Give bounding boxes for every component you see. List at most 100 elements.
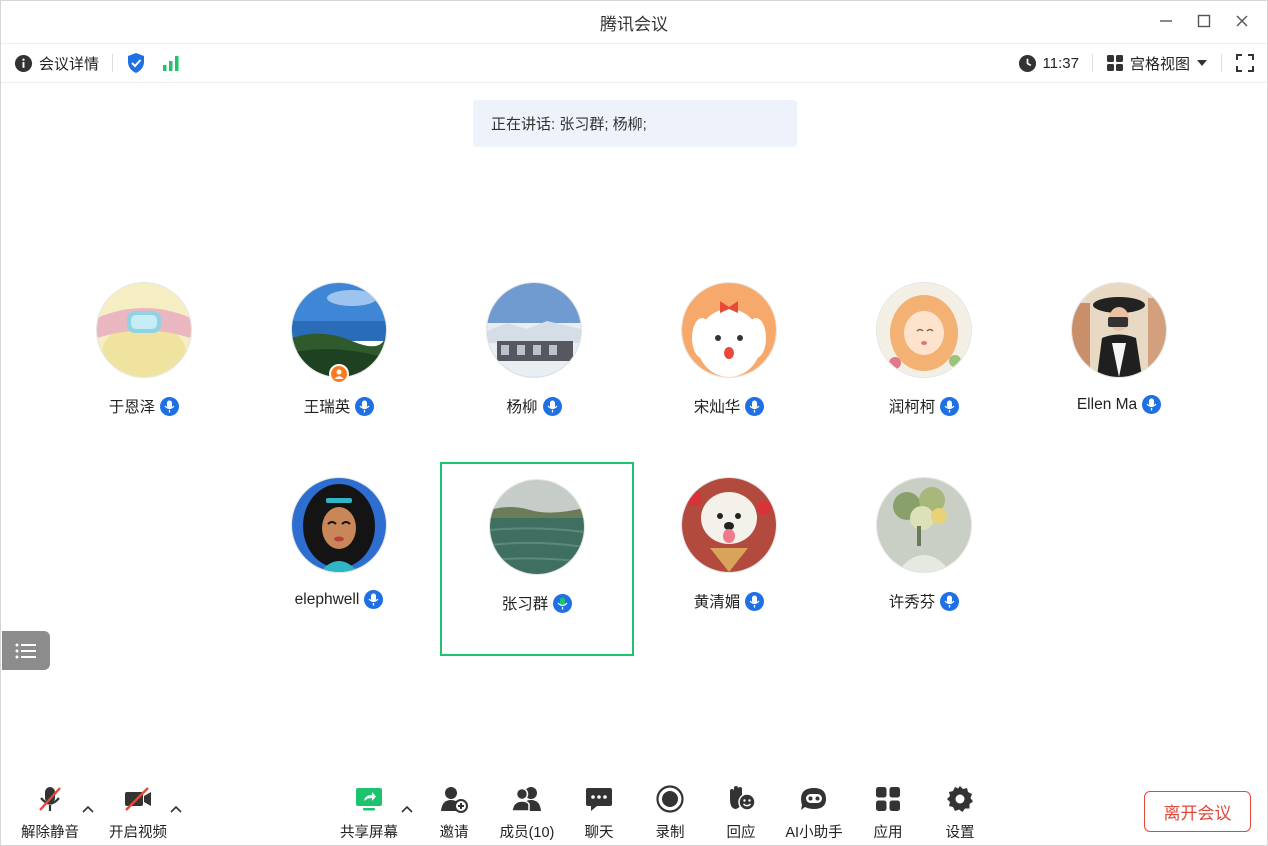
meeting-window: 腾讯会议 会议详情 11:37 宫格视图 正在讲话: 张习群; 杨柳; 于恩泽 … xyxy=(0,0,1268,846)
fullscreen-icon[interactable] xyxy=(1235,53,1255,73)
side-list-toggle-button[interactable] xyxy=(2,631,50,670)
participant-tile[interactable]: 于恩泽 xyxy=(47,265,241,459)
divider xyxy=(1091,54,1093,72)
mic-on-icon xyxy=(745,396,765,416)
participant-tile[interactable]: 王瑞英 xyxy=(242,265,436,459)
divider xyxy=(1221,54,1222,72)
participant-tile[interactable]: 杨柳 xyxy=(437,265,631,459)
leave-meeting-button[interactable]: 离开会议 xyxy=(1144,791,1251,832)
start-video-button[interactable]: 开启视频 xyxy=(102,784,174,842)
start-video-label: 开启视频 xyxy=(109,825,167,841)
participant-name-row: elephwell xyxy=(244,590,434,609)
avatar xyxy=(877,478,971,572)
participant-name: 润柯柯 xyxy=(888,399,936,416)
participant-tile-active-speaker[interactable]: 张习群 xyxy=(440,462,634,656)
avatar xyxy=(1072,283,1166,377)
grid-view-icon xyxy=(1106,55,1123,71)
close-button[interactable] xyxy=(1231,9,1253,33)
participant-name-row: 润柯柯 xyxy=(829,395,1019,417)
participant-name-row: 黄清媚 xyxy=(634,590,824,612)
title-bar: 腾讯会议 xyxy=(1,1,1267,43)
info-bar: 会议详情 11:37 宫格视图 xyxy=(1,43,1267,83)
chevron-up-icon xyxy=(170,805,182,813)
apps-label: 应用 xyxy=(873,825,903,841)
signal-strength-icon[interactable] xyxy=(162,55,180,71)
host-user-icon xyxy=(334,369,344,379)
participant-tile[interactable]: elephwell xyxy=(242,460,436,654)
chat-button[interactable]: 聊天 xyxy=(563,784,635,842)
participant-name-row: Ellen Ma xyxy=(1024,395,1214,414)
mic-on-icon xyxy=(542,396,562,416)
gear-icon xyxy=(947,786,973,812)
minimize-button[interactable] xyxy=(1155,9,1177,33)
mic-on-icon xyxy=(940,591,960,611)
participant-name: 宋灿华 xyxy=(693,399,741,416)
video-options-caret[interactable] xyxy=(168,801,184,817)
mic-on-icon xyxy=(1142,395,1162,414)
avatar xyxy=(682,283,776,377)
react-label: 回应 xyxy=(726,825,756,841)
speaking-banner: 正在讲话: 张习群; 杨柳; xyxy=(473,100,797,147)
unmute-button[interactable]: 解除静音 xyxy=(14,784,86,842)
ai-assistant-label: AI小助手 xyxy=(785,825,843,841)
mic-on-icon xyxy=(160,396,180,416)
record-button[interactable]: 录制 xyxy=(634,784,706,842)
participant-name-row: 张习群 xyxy=(442,592,632,614)
participant-name: Ellen Ma xyxy=(1076,395,1138,413)
share-options-caret[interactable] xyxy=(399,801,415,817)
participant-name: 张习群 xyxy=(501,596,549,613)
participant-tile[interactable]: 黄清媚 xyxy=(632,460,826,654)
unmute-label: 解除静音 xyxy=(21,825,79,841)
participant-name-row: 于恩泽 xyxy=(49,395,239,417)
settings-button[interactable]: 设置 xyxy=(924,784,996,842)
settings-label: 设置 xyxy=(945,825,975,841)
view-mode-dropdown[interactable]: 宫格视图 xyxy=(1106,53,1208,74)
meeting-timer: 11:37 xyxy=(1018,54,1079,73)
meeting-details-label: 会议详情 xyxy=(39,55,100,73)
participant-tile[interactable]: 宋灿华 xyxy=(632,265,826,459)
participant-name: 杨柳 xyxy=(506,399,538,416)
participant-tile[interactable]: 许秀芬 xyxy=(827,460,1021,654)
apps-grid-icon xyxy=(876,787,900,811)
avatar xyxy=(490,480,584,574)
mic-on-icon xyxy=(940,396,960,416)
chevron-up-icon xyxy=(82,805,94,813)
participant-name-row: 宋灿华 xyxy=(634,395,824,417)
meeting-time: 11:37 xyxy=(1042,54,1079,72)
meeting-details-button[interactable]: 会议详情 xyxy=(14,53,99,74)
mic-on-icon xyxy=(745,591,765,611)
participant-name: 于恩泽 xyxy=(108,399,156,416)
maximize-button[interactable] xyxy=(1193,9,1215,33)
participant-tile[interactable]: Ellen Ma xyxy=(1022,265,1216,459)
close-icon xyxy=(1236,15,1248,27)
clock-icon xyxy=(1018,54,1036,72)
apps-button[interactable]: 应用 xyxy=(852,784,924,842)
security-shield-icon[interactable] xyxy=(126,52,146,74)
invite-label: 邀请 xyxy=(439,825,469,841)
ai-assistant-button[interactable]: AI小助手 xyxy=(778,784,850,842)
list-icon xyxy=(15,643,36,658)
add-user-icon xyxy=(441,787,468,813)
members-button[interactable]: 成员(10) xyxy=(491,784,563,842)
window-title: 腾讯会议 xyxy=(600,14,668,34)
mic-muted-icon xyxy=(39,787,61,811)
invite-button[interactable]: 邀请 xyxy=(418,784,490,842)
share-screen-button[interactable]: 共享屏幕 xyxy=(333,784,405,842)
avatar xyxy=(292,478,386,572)
host-badge xyxy=(329,364,349,384)
mic-speaking-icon xyxy=(553,593,573,613)
record-icon xyxy=(656,785,684,813)
participant-tile[interactable]: 润柯柯 xyxy=(827,265,1021,459)
caret-down-icon xyxy=(1197,60,1207,66)
react-button[interactable]: 回应 xyxy=(705,784,777,842)
bottom-toolbar: 解除静音 开启视频 共享屏幕 邀请 成员(10) 聊天 录制 回应 AI小助手 … xyxy=(1,771,1267,845)
window-controls xyxy=(1155,9,1253,33)
avatar xyxy=(877,283,971,377)
ai-assistant-icon xyxy=(801,788,826,810)
avatar xyxy=(682,478,776,572)
minimize-icon xyxy=(1160,20,1172,22)
audio-options-caret[interactable] xyxy=(80,801,96,817)
maximize-icon xyxy=(1197,14,1211,28)
chat-icon xyxy=(586,788,612,811)
view-mode-label: 宫格视图 xyxy=(1129,55,1190,73)
